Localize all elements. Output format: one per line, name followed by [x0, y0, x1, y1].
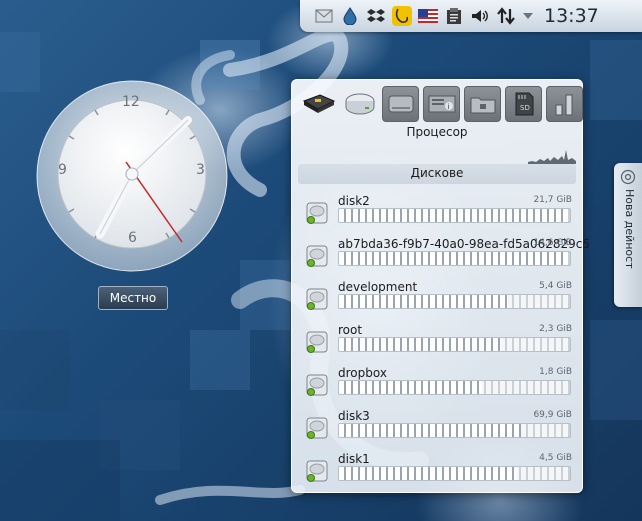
analog-clock-widget[interactable]: 12 3 6 9 — [36, 80, 228, 272]
device-info-icon[interactable]: i — [423, 86, 460, 122]
drop-icon[interactable] — [340, 6, 360, 26]
system-tray-panel: 13:37 — [300, 0, 642, 32]
hard-disk-icon — [306, 460, 328, 482]
tray-expand-icon[interactable] — [522, 6, 534, 26]
new-activity-tab[interactable]: Нова дейност — [614, 163, 642, 307]
disk-name: disk3 — [338, 409, 370, 423]
svg-text:i: i — [447, 103, 449, 111]
disk-usage-bar — [338, 208, 571, 223]
monitor-toolbar: i SD — [300, 86, 587, 124]
hard-disk-icon — [306, 417, 328, 439]
digital-clock[interactable]: 13:37 — [544, 5, 599, 27]
disk-usage-bar — [338, 251, 571, 266]
clipboard-icon[interactable] — [444, 6, 464, 26]
volume-icon[interactable] — [470, 6, 490, 26]
disk-usage-bar — [338, 337, 571, 352]
battery-bars-icon[interactable] — [546, 86, 583, 122]
disk-row[interactable]: dropbox 1,8 GiB — [302, 366, 578, 406]
activity-cashew-icon — [620, 169, 636, 185]
hard-disk-icon[interactable] — [341, 86, 378, 122]
disk-usage-bar — [338, 294, 571, 309]
disk-section-title: Дискове — [410, 166, 464, 180]
disk-size: 69,9 GiB — [533, 410, 572, 420]
disk-usage-fill — [339, 424, 522, 437]
hard-disk-icon — [306, 288, 328, 310]
disk-usage-fill — [339, 381, 483, 394]
disk-size: 4,5 GiB — [539, 453, 572, 463]
disk-row[interactable]: disk2 21,7 GiB — [302, 194, 578, 234]
network-arrows-icon[interactable] — [496, 6, 516, 26]
disk-size: 2,3 GiB — [539, 324, 572, 334]
disk-row[interactable]: ab7bda36-f9b7-40a0-98ea-fd5a062829c5 14,6… — [302, 237, 590, 277]
disk-name: development — [338, 280, 418, 294]
new-activity-label: Нова дейност — [623, 189, 636, 269]
disk-name: disk1 — [338, 452, 370, 466]
timezone-button[interactable]: Местно — [98, 286, 168, 310]
klipper-clock-icon[interactable] — [392, 6, 412, 26]
disk-usage-fill — [339, 338, 501, 351]
disk-row[interactable]: disk1 4,5 GiB — [302, 452, 578, 492]
disk-size: 21,7 GiB — [533, 195, 572, 205]
hard-disk-icon — [306, 245, 328, 267]
dropbox-icon[interactable] — [366, 6, 386, 26]
network-folder-icon[interactable] — [464, 86, 501, 122]
disk-usage-fill — [339, 252, 568, 265]
disk-name: disk2 — [338, 194, 370, 208]
cpu-load-graph — [528, 150, 576, 164]
disk-row[interactable]: development 5,4 GiB — [302, 280, 578, 320]
disk-name: root — [338, 323, 363, 337]
us-flag-icon[interactable] — [418, 6, 438, 26]
disk-name: dropbox — [338, 366, 387, 380]
hard-disk-icon — [306, 202, 328, 224]
disk-size: 14,6 GiB — [533, 238, 572, 248]
disk-usage-fill — [339, 295, 508, 308]
cpu-chip-icon[interactable] — [300, 86, 337, 122]
hard-disk-icon — [306, 331, 328, 353]
sd-card-icon[interactable]: SD — [505, 86, 542, 122]
mail-icon[interactable] — [314, 6, 334, 26]
system-monitor-widget: i SD Процесор Дискове disk2 21,7 GiB ab7bd… — [291, 79, 590, 493]
disk-usage-fill — [339, 467, 517, 480]
clock-hands — [95, 116, 192, 243]
hard-disk-gray-icon[interactable] — [382, 86, 419, 122]
disk-size: 5,4 GiB — [539, 281, 572, 291]
disk-usage-bar — [338, 380, 571, 395]
svg-text:SD: SD — [520, 104, 530, 112]
disk-size: 1,8 GiB — [539, 367, 572, 377]
disk-usage-bar — [338, 466, 571, 481]
disk-usage-fill — [339, 209, 568, 222]
cpu-section-title: Процесор — [406, 125, 468, 139]
disk-usage-bar — [338, 423, 571, 438]
disk-row[interactable]: root 2,3 GiB — [302, 323, 578, 363]
disk-row[interactable]: disk3 69,9 GiB — [302, 409, 578, 449]
hard-disk-icon — [306, 374, 328, 396]
